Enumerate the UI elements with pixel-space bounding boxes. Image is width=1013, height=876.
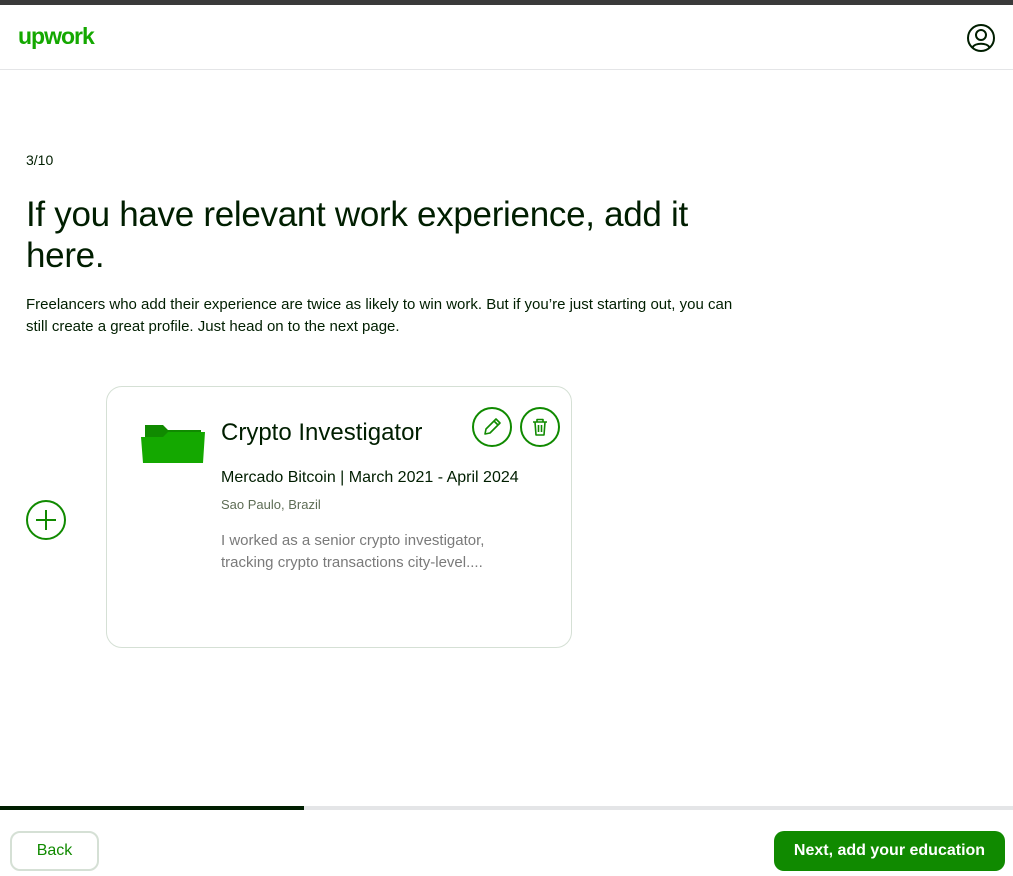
- job-location: Sao Paulo, Brazil: [221, 497, 321, 512]
- pencil-icon: [484, 418, 501, 435]
- step-indicator: 3/10: [26, 152, 54, 168]
- job-title: Crypto Investigator: [221, 419, 423, 446]
- company-and-dates: Mercado Bitcoin | March 2021 - April 202…: [221, 469, 519, 486]
- add-experience-button[interactable]: [26, 500, 66, 540]
- folder-icon: [141, 425, 205, 463]
- user-circle-icon[interactable]: [966, 23, 996, 53]
- trash-icon: [533, 418, 547, 436]
- experience-card: Crypto Investigator Mercado Bitcoin | Ma…: [106, 386, 572, 648]
- header: upwork: [0, 5, 1013, 70]
- page-description: Freelancers who add their experience are…: [26, 296, 733, 335]
- progress-bar-fill: [0, 806, 304, 810]
- job-summary: I worked as a senior crypto investigator…: [221, 532, 485, 571]
- progress-bar: [0, 806, 1013, 810]
- upwork-logo[interactable]: upwork: [18, 23, 95, 50]
- page-title: If you have relevant work experience, ad…: [26, 195, 688, 275]
- edit-experience-button[interactable]: [472, 407, 512, 447]
- back-button[interactable]: Back: [10, 831, 99, 871]
- next-button[interactable]: Next, add your education: [774, 831, 1005, 871]
- delete-experience-button[interactable]: [520, 407, 560, 447]
